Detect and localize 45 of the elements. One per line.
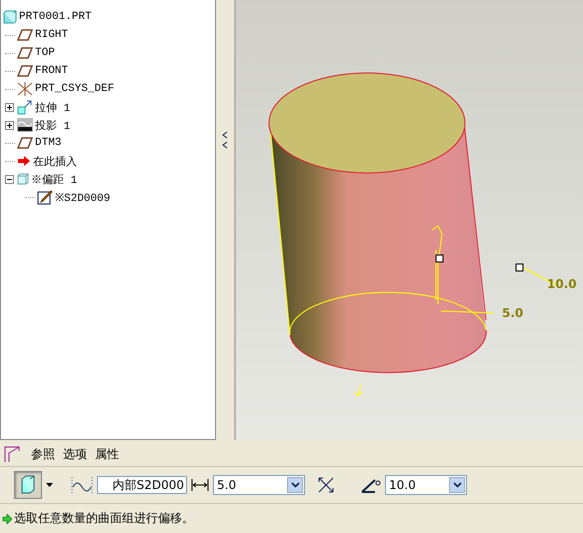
arrow-icon [17, 155, 31, 167]
dashboard-tab[interactable]: 参照 [31, 446, 55, 462]
projection-icon [17, 118, 33, 132]
tree-item[interactable]: 在此插入 [33, 154, 77, 168]
dashboard-tab[interactable]: 属性 [95, 446, 119, 462]
offset-surface-icon [19, 475, 37, 495]
dashboard-tab[interactable]: 选项 [63, 446, 87, 462]
direction-arrow [354, 384, 362, 397]
tree-item[interactable]: 拉伸 1 [35, 100, 70, 114]
sketch-curve-icon[interactable] [71, 476, 93, 494]
cube-icon [17, 173, 29, 185]
plane-icon [17, 137, 33, 149]
tree-item[interactable]: PRT_CSYS_DEF [35, 83, 114, 95]
collapse-left-icon[interactable] [222, 130, 228, 150]
extrude-icon [17, 99, 33, 115]
angle-icon [361, 477, 381, 493]
coordinate-system-icon [17, 81, 33, 97]
sketch-field[interactable]: 内部S2D000 [97, 476, 187, 494]
chevron-down-icon [452, 482, 462, 488]
dimension-line [440, 310, 494, 314]
plane-icon [17, 29, 33, 41]
tree-item[interactable]: DTM3 [35, 137, 62, 149]
expand-toggle[interactable] [5, 120, 15, 130]
cube-icon [3, 10, 17, 24]
tree-item[interactable]: TOP [35, 47, 55, 59]
tree-item[interactable]: PRT0001.PRT [19, 11, 92, 23]
status-message: 选取任意数量的曲面组进行偏移。 [14, 510, 194, 527]
collapse-toggle[interactable] [5, 174, 15, 184]
angle-dropdown[interactable]: 10.0 [385, 475, 467, 495]
offset-type-button[interactable] [14, 471, 42, 499]
distance-icon [191, 478, 209, 492]
tree-item[interactable]: FRONT [35, 65, 68, 77]
plane-icon [17, 65, 33, 77]
tree-item[interactable]: RIGHT [35, 29, 68, 41]
chevron-down-icon [290, 482, 300, 488]
offset-distance-dropdown[interactable]: 5.0 [213, 475, 305, 495]
tree-item[interactable]: ※S2D0009 [55, 189, 110, 205]
arrow-icon [2, 514, 12, 524]
tree-item[interactable]: ※偏距 1 [31, 172, 78, 186]
flip-direction-icon[interactable] [317, 476, 335, 494]
tree-item[interactable]: 投影 1 [35, 118, 70, 132]
sketch-icon [37, 189, 53, 205]
expand-toggle[interactable] [5, 102, 15, 112]
plane-icon [17, 47, 33, 59]
dropdown-caret-icon[interactable] [46, 483, 53, 487]
